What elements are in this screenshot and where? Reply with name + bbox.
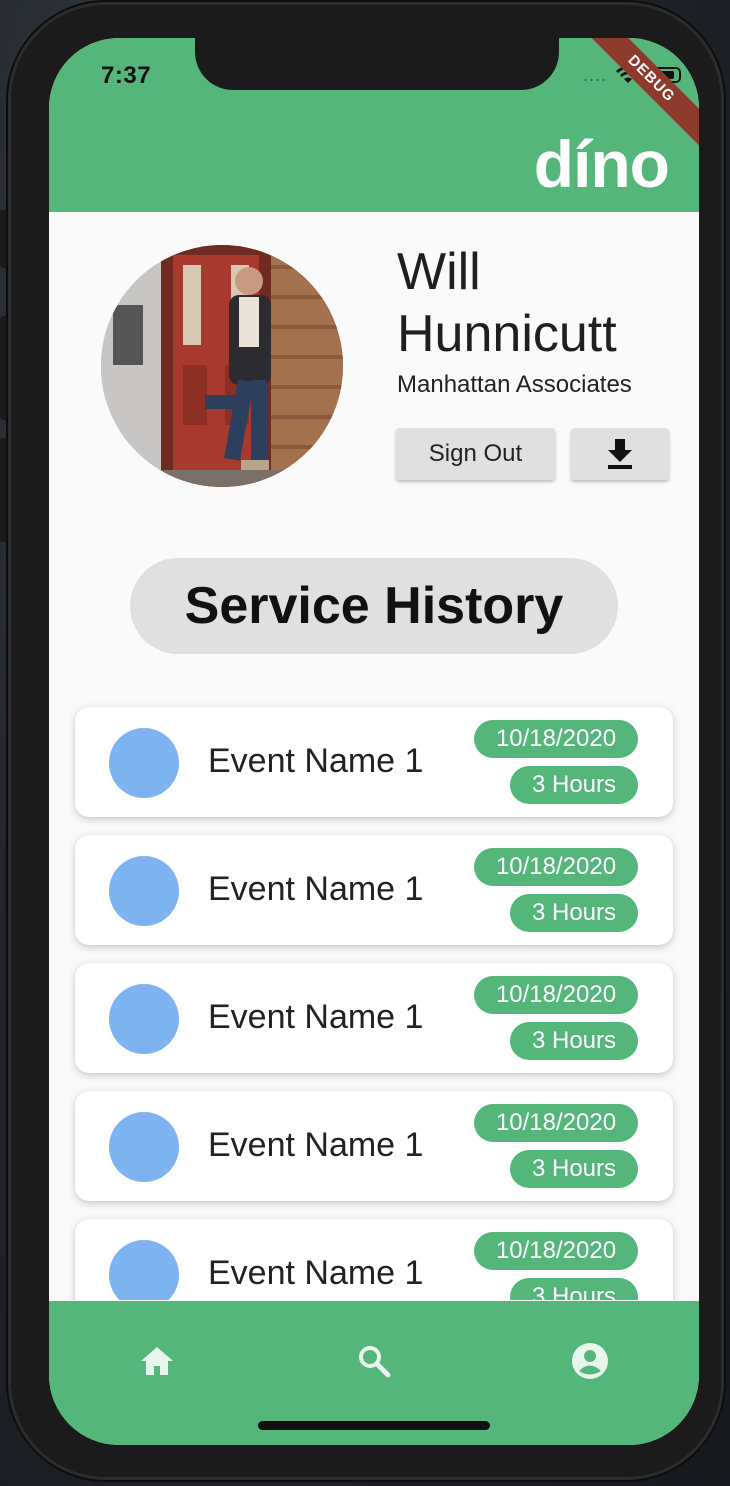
notch (195, 38, 559, 90)
app-logo: díno (533, 127, 670, 201)
nav-home[interactable] (127, 1331, 187, 1391)
event-name: Event Name 1 (208, 1254, 424, 1292)
home-indicator (258, 1421, 490, 1430)
event-avatar (109, 1240, 179, 1300)
event-hours-chip: 3 Hours (510, 1278, 638, 1300)
status-time: 7:37 (101, 62, 152, 89)
account-circle-icon (572, 1343, 608, 1379)
list-item[interactable]: Event Name 1 10/18/2020 3 Hours (75, 963, 673, 1073)
profile-photo (101, 245, 343, 487)
list-item[interactable]: Event Name 1 10/18/2020 3 Hours (75, 707, 673, 817)
event-date-chip: 10/18/2020 (474, 848, 638, 886)
list-item[interactable]: Event Name 1 10/18/2020 3 Hours (75, 835, 673, 945)
event-avatar (109, 728, 179, 798)
volume-up-button (0, 316, 8, 420)
event-avatar (109, 856, 179, 926)
event-avatar (109, 984, 179, 1054)
event-date-chip: 10/18/2020 (474, 1232, 638, 1270)
nav-search[interactable] (344, 1331, 404, 1391)
search-icon (359, 1346, 391, 1378)
event-name: Event Name 1 (208, 1126, 424, 1164)
sign-out-button[interactable]: Sign Out (396, 428, 555, 480)
company-name: Manhattan Associates (397, 371, 632, 398)
user-last-name: Hunnicutt (397, 305, 617, 363)
event-date-chip: 10/18/2020 (474, 976, 638, 1014)
event-name: Event Name 1 (208, 742, 424, 780)
nav-profile[interactable] (560, 1331, 620, 1391)
list-item[interactable]: Event Name 1 10/18/2020 3 Hours (75, 1219, 673, 1300)
event-hours-chip: 3 Hours (510, 1150, 638, 1188)
download-button[interactable] (571, 428, 669, 480)
list-item[interactable]: Event Name 1 10/18/2020 3 Hours (75, 1091, 673, 1201)
app-bar: 7:37 .... DEBUG díno (49, 38, 699, 212)
home-icon (141, 1347, 173, 1375)
event-hours-chip: 3 Hours (510, 766, 638, 804)
event-hours-chip: 3 Hours (510, 894, 638, 932)
avatar (101, 245, 343, 487)
mute-switch (0, 210, 8, 268)
event-name: Event Name 1 (208, 870, 424, 908)
event-hours-chip: 3 Hours (510, 1022, 638, 1060)
download-icon (608, 439, 632, 469)
app-screen: 7:37 .... DEBUG díno Will Hunnicutt Manh… (49, 38, 699, 1445)
user-name: Will Hunnicutt (397, 241, 687, 365)
signal-icon: .... (582, 64, 607, 85)
event-avatar (109, 1112, 179, 1182)
event-date-chip: 10/18/2020 (474, 1104, 638, 1142)
event-date-chip: 10/18/2020 (474, 720, 638, 758)
event-name: Event Name 1 (208, 998, 424, 1036)
volume-down-button (0, 438, 8, 542)
section-title: Service History (130, 558, 618, 654)
service-history-list[interactable]: Event Name 1 10/18/2020 3 Hours Event Na… (49, 700, 699, 1300)
phone-frame: 7:37 .... DEBUG díno Will Hunnicutt Manh… (8, 2, 724, 1480)
user-first-name: Will (397, 243, 481, 301)
